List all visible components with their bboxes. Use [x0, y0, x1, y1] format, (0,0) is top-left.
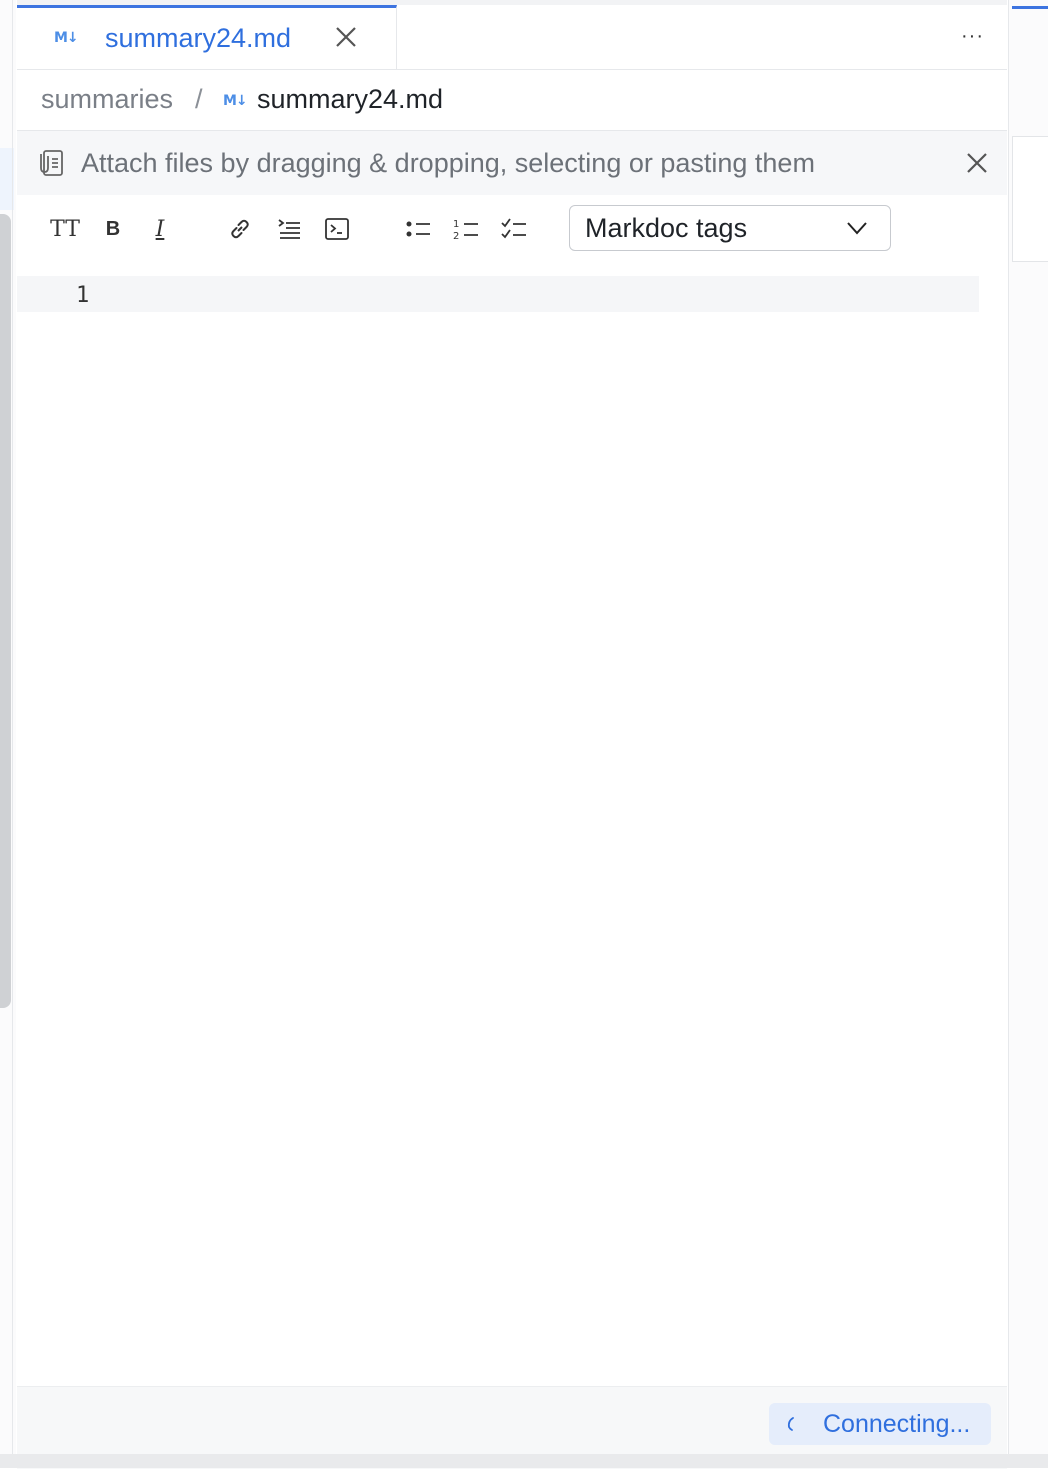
numbered-list-icon: 1 2 [453, 219, 478, 242]
code-icon [325, 218, 349, 240]
close-icon[interactable] [965, 151, 989, 175]
tab-bar: M↓ summary24.md ··· [17, 5, 1007, 70]
tab-summary24[interactable]: M↓ summary24.md [17, 5, 397, 69]
text-size-icon: TT [50, 216, 80, 242]
markdoc-tags-value: Markdoc tags [585, 213, 748, 243]
editor-line-active[interactable]: 1 [17, 276, 979, 312]
bold-icon: B [105, 217, 121, 240]
attachment-icon [37, 148, 65, 183]
bold-button[interactable]: B [96, 212, 130, 246]
pane-divider[interactable] [12, 0, 13, 1468]
spinner-icon [783, 1415, 801, 1438]
bulleted-list-icon [406, 221, 430, 237]
connection-status-badge: Connecting... [769, 1403, 991, 1445]
svg-text:1: 1 [453, 219, 459, 230]
breadcrumb-folder[interactable]: summaries [41, 84, 173, 115]
quote-button[interactable] [272, 212, 306, 246]
task-list-icon [501, 218, 526, 239]
attach-files-banner[interactable]: Attach files by dragging & dropping, sel… [17, 131, 1007, 195]
task-list-button[interactable] [497, 212, 531, 246]
italic-button[interactable]: I [143, 212, 177, 246]
chevron-down-icon [846, 218, 868, 243]
editor-pane: M↓ summary24.md ··· summaries / M↓ summa… [17, 0, 1007, 1469]
breadcrumb: summaries / M↓ summary24.md [17, 70, 1007, 131]
right-pane-tab-indicator [1012, 6, 1048, 9]
close-icon[interactable] [333, 24, 359, 50]
attach-files-text: Attach files by dragging & dropping, sel… [81, 148, 815, 178]
right-pane-panel [1012, 136, 1048, 262]
window-bottom-edge [0, 1454, 1048, 1468]
markdoc-tags-select[interactable]: Markdoc tags [569, 205, 891, 251]
link-button[interactable] [223, 212, 257, 246]
svg-text:2: 2 [453, 231, 459, 242]
quote-icon [278, 219, 300, 239]
code-button[interactable] [320, 212, 354, 246]
connection-status-text: Connecting... [823, 1410, 971, 1438]
tab-title: summary24.md [105, 23, 292, 53]
markdown-editor[interactable]: 1 [17, 274, 1007, 1386]
breadcrumb-file: summary24.md [257, 84, 444, 114]
more-options-button[interactable]: ··· [961, 25, 984, 48]
link-icon [231, 219, 249, 239]
text-size-button[interactable]: TT [48, 212, 82, 246]
left-pane-scrollbar[interactable] [0, 214, 11, 1008]
markdown-toolbar: TT B I 1 2 Markdoc tags [17, 196, 1007, 274]
breadcrumb-separator: / [195, 84, 203, 114]
line-number: 1 [76, 283, 90, 308]
bulleted-list-button[interactable] [401, 212, 435, 246]
numbered-list-button[interactable]: 1 2 [449, 212, 483, 246]
italic-icon: I [155, 216, 165, 242]
markdown-icon: M↓ [54, 30, 79, 46]
markdown-icon: M↓ [223, 93, 248, 109]
